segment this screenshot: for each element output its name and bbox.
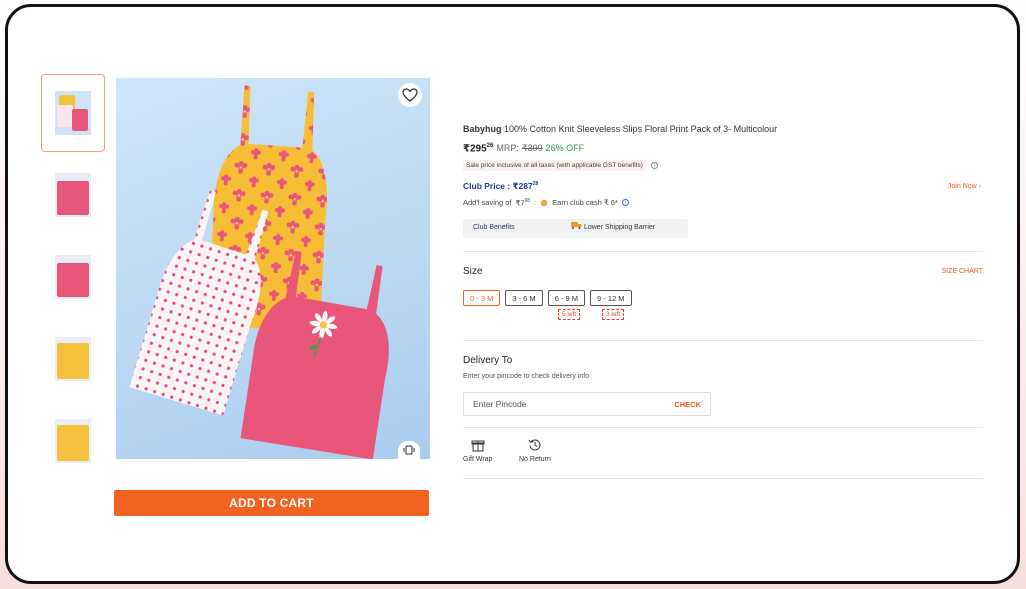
thumbnail-list xyxy=(41,74,105,484)
divider xyxy=(463,478,983,479)
additional-saving: Add'l saving of ₹798 : Earn club cash ₹ … xyxy=(463,198,629,208)
gift-wrap-feature: Gift Wrap xyxy=(463,438,492,463)
divider xyxy=(463,251,983,252)
club-price-row: Club Price : ₹28728 Join Now › xyxy=(463,181,983,192)
size-option-3-6m[interactable]: 3 - 6 M xyxy=(505,290,543,306)
club-price: Club Price : ₹28728 xyxy=(463,181,539,191)
join-now-link[interactable]: Join Now › xyxy=(948,183,981,190)
discount-badge: 26% OFF xyxy=(545,143,585,154)
info-icon[interactable]: i xyxy=(650,162,658,169)
thumbnail-1[interactable] xyxy=(41,74,105,152)
view-360-button[interactable] xyxy=(398,441,420,459)
product-name: 100% Cotton Knit Sleeveless Slips Floral… xyxy=(504,124,778,134)
lower-shipping: Lower Shipping Barrier xyxy=(571,221,655,231)
size-options: 0 - 3 M 3 - 6 M 6 - 9 M 9 - 12 M xyxy=(463,290,632,306)
no-return-icon xyxy=(528,439,541,451)
size-option-0-3m[interactable]: 0 - 3 M xyxy=(463,290,501,306)
stock-tag-9-12m: 3 left xyxy=(602,309,625,320)
mrp-label: MRP: xyxy=(496,143,519,154)
delivery-subtext: Enter your pincode to check delivery inf… xyxy=(463,373,590,380)
thumbnail-5[interactable] xyxy=(41,402,105,480)
thumbnail-3[interactable] xyxy=(41,238,105,316)
size-option-9-12m[interactable]: 9 - 12 M xyxy=(590,290,632,306)
chevron-right-icon: › xyxy=(978,183,981,190)
pincode-input[interactable] xyxy=(473,399,653,409)
size-chart-link[interactable]: SIZE CHART xyxy=(942,268,984,275)
club-cash-icon xyxy=(540,199,548,207)
heart-icon xyxy=(402,88,418,102)
stock-tag-6-9m: 5 left xyxy=(558,309,581,320)
divider xyxy=(463,340,983,341)
size-label: Size xyxy=(463,266,483,277)
tax-row: Sale price inclusive of all taxes (with … xyxy=(463,160,658,171)
sale-price: ₹29526 xyxy=(463,143,494,155)
club-benefits-label: Club Benefits xyxy=(473,224,515,231)
check-button[interactable]: CHECK xyxy=(674,400,701,409)
size-option-6-9m[interactable]: 6 - 9 M xyxy=(547,290,586,306)
product-main-image[interactable] xyxy=(116,78,430,459)
add-to-cart-button[interactable]: ADD TO CART xyxy=(114,490,429,516)
wishlist-button[interactable] xyxy=(398,83,422,107)
price-row: ₹29526 MRP: ₹399 26% OFF xyxy=(463,143,584,154)
club-info-icon[interactable]: i xyxy=(621,199,629,207)
product-title: Babyhug 100% Cotton Knit Sleeveless Slip… xyxy=(463,124,777,134)
thumbnail-4[interactable] xyxy=(41,320,105,398)
club-benefits-bar[interactable]: Club Benefits Lower Shipping Barrier xyxy=(463,219,688,238)
product-illustration xyxy=(129,85,389,459)
view-360-icon xyxy=(403,445,415,455)
truck-icon xyxy=(571,222,582,229)
no-return-feature: No Return xyxy=(519,438,551,463)
pincode-box: CHECK xyxy=(463,392,711,416)
thumbnail-2[interactable] xyxy=(41,156,105,234)
gift-icon xyxy=(471,440,485,452)
delivery-label: Delivery To xyxy=(463,355,513,366)
brand-name: Babyhug xyxy=(463,124,502,134)
divider xyxy=(463,427,983,428)
tax-note: Sale price inclusive of all taxes (with … xyxy=(463,160,646,171)
mrp-value: ₹399 xyxy=(521,143,543,154)
saving-amount: ₹798 xyxy=(515,198,531,208)
